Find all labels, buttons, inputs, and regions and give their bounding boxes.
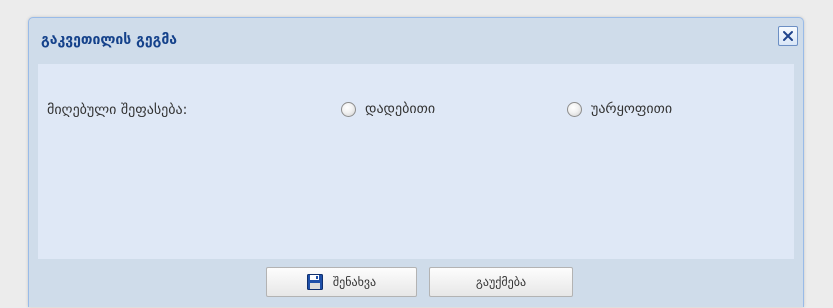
assessment-label: მიღებული შეფასება: <box>47 102 188 118</box>
dialog-title: გაკვეთილის გეგმა <box>41 32 178 48</box>
radio-button-positive[interactable] <box>341 101 356 117</box>
radio-button-negative[interactable] <box>567 101 582 117</box>
cancel-button-label: გაუქმება <box>475 275 527 289</box>
radio-label-negative: უარყოფითი <box>591 101 673 117</box>
radio-option-negative[interactable]: უარყოფითი <box>567 101 672 117</box>
cancel-button[interactable]: გაუქმება <box>429 267 573 297</box>
close-icon <box>782 30 794 42</box>
save-button-label: შენახვა <box>332 275 377 289</box>
radio-label-positive: დადებითი <box>365 101 436 117</box>
close-button[interactable] <box>778 26 798 46</box>
floppy-disk-icon <box>306 274 323 290</box>
radio-option-positive[interactable]: დადებითი <box>341 101 435 117</box>
dialog-body: მიღებული შეფასება: დადებითი უარყოფითი <box>38 64 794 259</box>
dialog-footer: შენახვა გაუქმება <box>29 259 803 308</box>
dialog-titlebar: გაკვეთილის გეგმა <box>29 18 803 62</box>
lesson-plan-dialog: გაკვეთილის გეგმა მიღებული შეფასება: დადე… <box>28 17 804 307</box>
save-button[interactable]: შენახვა <box>266 267 417 297</box>
